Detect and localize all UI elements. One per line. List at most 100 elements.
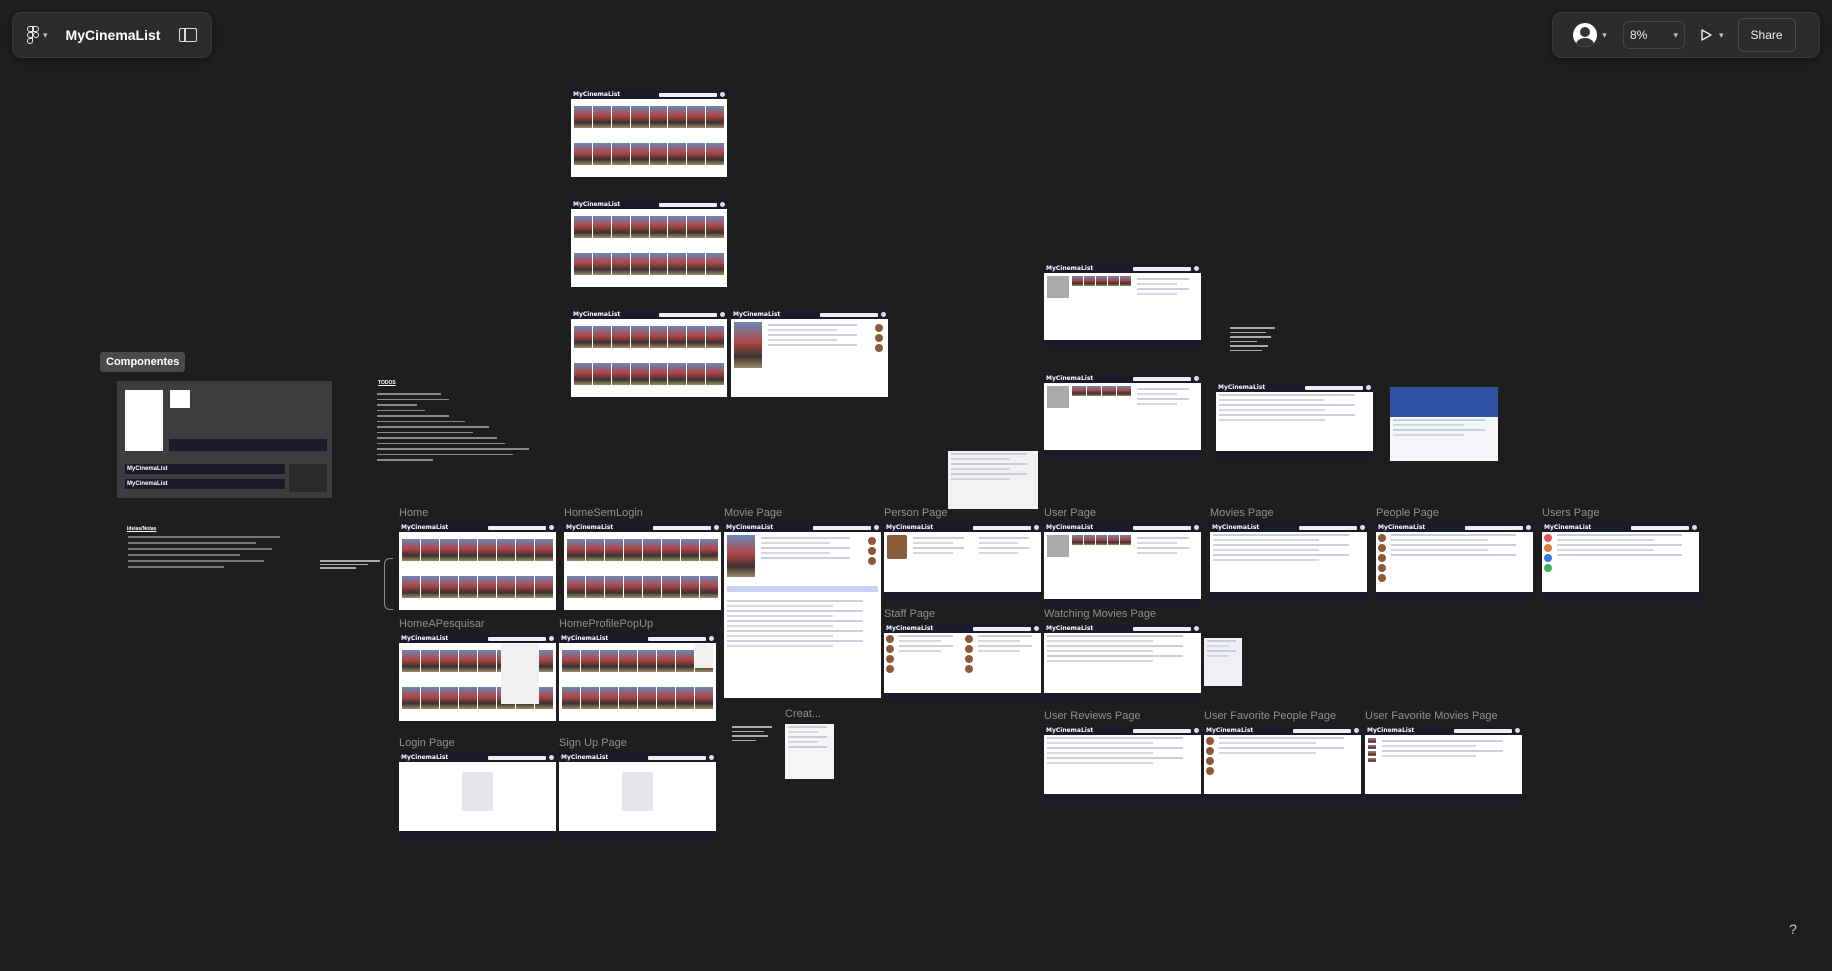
user-variant-frame-2[interactable]: MyCinemaList (1044, 374, 1201, 458)
reference-mal-frame[interactable] (1390, 387, 1498, 461)
watching-popup-preview[interactable] (1204, 638, 1242, 686)
frame-header: MyCinemaList (571, 200, 727, 209)
frame-logo: MyCinemaList (1212, 524, 1260, 531)
frame-label-home[interactable]: Home (399, 507, 428, 519)
present-button[interactable]: ▾ (1699, 28, 1724, 42)
frame-avatar (1194, 266, 1199, 271)
frame-label-create[interactable]: Creat... (785, 708, 821, 720)
frame-home-a-pesquisar[interactable]: MyCinemaList (399, 634, 556, 721)
frame-movie-page[interactable]: MyCinemaList (724, 523, 881, 698)
login-form-preview (461, 771, 494, 811)
frame-watching-movies-page[interactable]: MyCinemaList (1044, 624, 1201, 701)
component-header-logo: MyCinemaList (127, 466, 168, 472)
frame-user-favorite-people-page[interactable]: MyCinemaList (1204, 726, 1361, 802)
components-frame[interactable]: MyCinemaList MyCinemaList (117, 381, 332, 498)
frame-avatar (720, 202, 725, 207)
frame-label-home-sem-login[interactable]: HomeSemLogin (564, 507, 643, 519)
frame-staff-page[interactable]: MyCinemaList (884, 624, 1041, 701)
notes-ideas-body (128, 536, 288, 594)
frame-label-watching-movies-page[interactable]: Watching Movies Page (1044, 608, 1156, 620)
home-variant-frame-2[interactable]: MyCinemaList (571, 200, 727, 287)
frame-header: MyCinemaList (884, 624, 1041, 633)
components-section-title[interactable]: Componentes (100, 352, 186, 372)
frame-label-users-page[interactable]: Users Page (1542, 507, 1599, 519)
design-canvas[interactable]: Componentes MyCinemaList MyCinemaList Id… (0, 0, 1832, 971)
dropdown-reference-frame[interactable] (948, 451, 1038, 509)
chevron-down-icon: ▾ (43, 29, 48, 40)
frame-search (652, 525, 711, 530)
chevron-down-icon[interactable]: ▾ (1719, 30, 1724, 41)
frame-header: MyCinemaList (399, 523, 556, 532)
frame-label-user-reviews-page[interactable]: User Reviews Page (1044, 710, 1141, 722)
profile-popup-preview (695, 644, 713, 668)
frame-label-sign-up-page[interactable]: Sign Up Page (559, 737, 627, 749)
frame-person-page[interactable]: MyCinemaList (884, 523, 1041, 600)
list-variant-frame[interactable]: MyCinemaList (1216, 383, 1373, 459)
file-title[interactable]: MyCinemaList (66, 27, 179, 43)
frame-avatar (1515, 728, 1520, 733)
frame-label-home-a-pesquisar[interactable]: HomeAPesquisar (399, 618, 485, 630)
frame-home[interactable]: MyCinemaList (399, 523, 556, 610)
frame-search (1292, 728, 1351, 733)
frame-search (487, 636, 546, 641)
zoom-dropdown[interactable]: 8% ▾ (1623, 21, 1685, 49)
frame-home-sem-login[interactable]: MyCinemaList (564, 523, 721, 610)
user-menu-button[interactable]: ▾ (1561, 23, 1619, 47)
frame-logo: MyCinemaList (561, 635, 609, 642)
main-menu-button[interactable]: ▾ (13, 26, 58, 44)
share-button[interactable]: Share (1737, 18, 1796, 52)
home-variant-frame-3[interactable]: MyCinemaList (571, 310, 727, 397)
frame-sign-up-page[interactable]: MyCinemaList (559, 753, 716, 839)
zoom-value: 8% (1630, 28, 1648, 42)
frame-search (487, 525, 546, 530)
frame-search (1132, 626, 1191, 631)
movie-variant-frame[interactable]: MyCinemaList (731, 310, 888, 397)
frame-label-user-favorite-movies-page[interactable]: User Favorite Movies Page (1365, 710, 1498, 722)
frame-label-user-page[interactable]: User Page (1044, 507, 1096, 519)
home-variant-frame-1[interactable]: MyCinemaList (571, 90, 727, 177)
frame-user-page[interactable]: MyCinemaList (1044, 523, 1201, 607)
frame-label-movies-page[interactable]: Movies Page (1210, 507, 1274, 519)
frame-logo: MyCinemaList (1544, 524, 1592, 531)
frame-user-reviews-page[interactable]: MyCinemaList (1044, 726, 1201, 802)
frame-avatar (1194, 728, 1199, 733)
frame-logo: MyCinemaList (401, 754, 449, 761)
frame-users-page[interactable]: MyCinemaList (1542, 523, 1699, 600)
frame-search (647, 755, 706, 760)
frame-home-profile-popup[interactable]: MyCinemaList (559, 634, 716, 721)
frame-logo: MyCinemaList (1218, 384, 1266, 391)
help-button[interactable]: ? (1784, 920, 1802, 938)
frame-user-favorite-movies-page[interactable]: MyCinemaList (1365, 726, 1522, 802)
user-variant-frame-1[interactable]: MyCinemaList (1044, 264, 1201, 348)
frame-label-person-page[interactable]: Person Page (884, 507, 948, 519)
frame-logo: MyCinemaList (1206, 727, 1254, 734)
frame-avatar (549, 525, 554, 530)
frame-login-page[interactable]: MyCinemaList (399, 753, 556, 839)
frame-avatar (1034, 525, 1039, 530)
figma-logo-icon (27, 26, 39, 44)
frame-logo: MyCinemaList (733, 311, 781, 318)
frame-create[interactable] (785, 724, 834, 779)
notes-todos-title: TODOS (378, 380, 396, 386)
frame-search (647, 636, 706, 641)
frame-search (1132, 728, 1191, 733)
frame-movies-page[interactable]: MyCinemaList (1210, 523, 1367, 600)
frame-avatar (709, 755, 714, 760)
notes-todos-list (377, 393, 537, 481)
frame-header: MyCinemaList (1210, 523, 1367, 532)
sidebar-toggle-icon[interactable] (179, 28, 197, 42)
frame-avatar (709, 636, 714, 641)
frame-label-staff-page[interactable]: Staff Page (884, 608, 935, 620)
frame-label-home-profile-popup[interactable]: HomeProfilePopUp (559, 618, 653, 630)
frame-header: MyCinemaList (571, 90, 727, 99)
frame-label-movie-page[interactable]: Movie Page (724, 507, 782, 519)
frame-label-people-page[interactable]: People Page (1376, 507, 1439, 519)
frame-avatar (549, 755, 554, 760)
frame-avatar (1366, 385, 1371, 390)
frame-header: MyCinemaList (399, 753, 556, 762)
frame-search (812, 525, 871, 530)
frame-label-user-favorite-people-page[interactable]: User Favorite People Page (1204, 710, 1336, 722)
frame-label-login-page[interactable]: Login Page (399, 737, 455, 749)
frame-people-page[interactable]: MyCinemaList (1376, 523, 1533, 600)
frame-header: MyCinemaList (731, 310, 888, 319)
